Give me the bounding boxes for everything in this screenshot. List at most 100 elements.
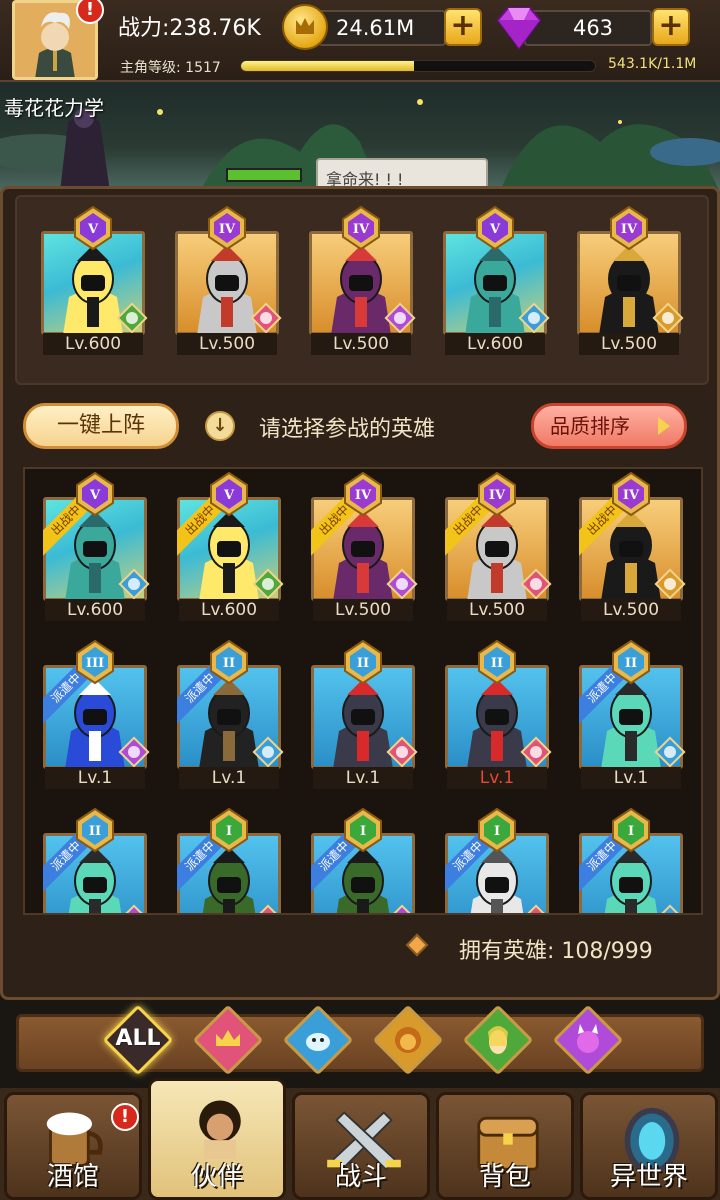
- roster-hero-card[interactable]: 出战中 IV Lv.500: [445, 471, 552, 621]
- battle-scene: 毒花花力学 拿命来! ! !: [0, 82, 720, 192]
- nav-tab-chest[interactable]: 背包: [436, 1092, 574, 1200]
- gem-icon: [494, 6, 544, 50]
- roster-hero-card[interactable]: 派遣中 II Lv.1: [579, 639, 686, 789]
- lineup-hero-card[interactable]: IV Lv.500: [577, 205, 684, 355]
- svg-text:V: V: [87, 222, 99, 237]
- roster-hero-card[interactable]: II Lv.1: [311, 639, 418, 789]
- rank-badge-icon: I: [475, 807, 519, 853]
- nav-tab-label: 伙伴: [190, 1162, 243, 1192]
- nav-tab-partner[interactable]: 伙伴: [148, 1078, 286, 1200]
- crown-faction-icon: [519, 903, 553, 913]
- demon-faction-icon: [385, 903, 419, 913]
- nav-tab-portal[interactable]: 异世界: [580, 1092, 718, 1200]
- partner-icon: [199, 1100, 241, 1159]
- lineup-slots: V Lv.600 IV Lv.500 IV Lv.500 V Lv.600 IV…: [15, 195, 709, 385]
- roster-hero-card[interactable]: 派遣中 I: [177, 807, 284, 913]
- crown-faction-icon: [216, 1030, 240, 1046]
- enemy-hp-bar: [226, 168, 302, 182]
- roster-hero-card[interactable]: 派遣中 II: [43, 807, 150, 913]
- nav-tab-label: 酒馆: [46, 1162, 99, 1192]
- player-name: 毒花花力学: [4, 96, 104, 120]
- filter-elf-button[interactable]: [460, 1002, 536, 1078]
- roster-hero-card[interactable]: 派遣中 I: [311, 807, 418, 913]
- svg-text:II: II: [625, 656, 637, 671]
- hero-level: Lv.600: [43, 333, 143, 355]
- roster-hero-card[interactable]: 派遣中 III Lv.1: [43, 639, 150, 789]
- svg-text:V: V: [223, 488, 235, 503]
- top-bar: ! 战力:238.76K 24.61M + 463 + 主角等级: 1517 5…: [0, 0, 720, 82]
- player-level: 主角等级: 1517: [120, 60, 221, 76]
- crown-faction-icon: [519, 567, 553, 601]
- svg-text:I: I: [494, 824, 500, 839]
- filter-lion-button[interactable]: [370, 1002, 446, 1078]
- filter-demon-button[interactable]: [550, 1002, 626, 1078]
- nav-tab-beer[interactable]: 酒馆 !: [4, 1092, 142, 1200]
- rank-badge-icon: V: [207, 471, 251, 517]
- rank-badge-icon: II: [609, 639, 653, 685]
- quick-deploy-button[interactable]: 一键上阵: [23, 403, 179, 449]
- lineup-hero-card[interactable]: V Lv.600: [443, 205, 550, 355]
- filter-all-button[interactable]: ALL: [100, 1002, 176, 1078]
- svg-text:II: II: [223, 656, 235, 671]
- bottom-nav: 酒馆 ! 伙伴 战斗 背包 异世界: [0, 1078, 720, 1200]
- elf-faction-icon: [251, 567, 285, 601]
- add-gems-button[interactable]: +: [652, 8, 690, 46]
- svg-text:II: II: [357, 656, 369, 671]
- hero-level: Lv.1: [179, 767, 279, 789]
- elf-faction-icon: [488, 1026, 508, 1054]
- nav-tab-swords[interactable]: 战斗: [292, 1092, 430, 1200]
- roster-hero-card[interactable]: 派遣中 II Lv.1: [177, 639, 284, 789]
- lineup-hero-card[interactable]: IV Lv.500: [309, 205, 416, 355]
- roster-hero-card[interactable]: 派遣中 I: [579, 807, 686, 913]
- roster-hero-card[interactable]: 出战中 IV Lv.500: [579, 471, 686, 621]
- lion-faction-icon: [395, 1027, 421, 1053]
- hero-level: Lv.500: [313, 599, 413, 621]
- rank-badge-icon: III: [73, 639, 117, 685]
- coin-icon: [282, 4, 328, 50]
- svg-text:V: V: [89, 488, 101, 503]
- svg-text:II: II: [89, 824, 101, 839]
- owned-heroes-count: 拥有英雄: 108/999: [459, 939, 653, 964]
- hero-level: Lv.500: [581, 599, 681, 621]
- rank-badge-icon: II: [341, 639, 385, 685]
- lineup-hero-card[interactable]: V Lv.600: [41, 205, 148, 355]
- lineup-hero-card[interactable]: IV Lv.500: [175, 205, 282, 355]
- crown-faction-icon: [385, 735, 419, 769]
- roster-hero-card[interactable]: 出战中 V Lv.600: [43, 471, 150, 621]
- roster-hero-card[interactable]: 派遣中 I: [445, 807, 552, 913]
- select-hero-tip: 请选择参战的英雄: [259, 417, 436, 442]
- svg-text:III: III: [86, 656, 104, 671]
- lion-faction-icon: [651, 301, 685, 335]
- hero-level: Lv.600: [45, 599, 145, 621]
- roster-hero-card[interactable]: II Lv.1: [445, 639, 552, 789]
- rank-badge-icon: V: [71, 205, 115, 251]
- hero-level: Lv.500: [447, 599, 547, 621]
- demon-faction-icon: [383, 301, 417, 335]
- rank-badge-icon: IV: [609, 471, 653, 517]
- rank-badge-icon: IV: [205, 205, 249, 251]
- hero-level: Lv.500: [579, 333, 679, 355]
- crown-faction-icon: [519, 735, 553, 769]
- filter-crown-button[interactable]: [190, 1002, 266, 1078]
- rank-badge-icon: V: [73, 471, 117, 517]
- info-icon: ↓: [205, 411, 235, 441]
- filter-fish-button[interactable]: [280, 1002, 356, 1078]
- rank-badge-icon: II: [475, 639, 519, 685]
- fish-faction-icon: [306, 1033, 330, 1051]
- hero-panel: V Lv.600 IV Lv.500 IV Lv.500 V Lv.600 IV…: [0, 186, 720, 1000]
- hero-roster-grid[interactable]: 出战中 V Lv.600 出战中 V Lv.600 出战中 IV Lv.500 …: [23, 467, 703, 915]
- fish-faction-icon: [653, 903, 687, 913]
- crown-faction-icon: [251, 903, 285, 913]
- svg-text:I: I: [628, 824, 634, 839]
- quality-sort-button[interactable]: 品质排序: [531, 403, 687, 449]
- hero-level: Lv.1: [45, 767, 145, 789]
- lion-faction-icon: [653, 567, 687, 601]
- exp-bar: [240, 60, 596, 72]
- roster-hero-card[interactable]: 出战中 IV Lv.500: [311, 471, 418, 621]
- avatar-alert-badge: !: [76, 0, 104, 24]
- nav-alert-badge: !: [111, 1103, 139, 1131]
- rank-badge-icon: IV: [475, 471, 519, 517]
- hero-level: Lv.1: [313, 767, 413, 789]
- add-coins-button[interactable]: +: [444, 8, 482, 46]
- roster-hero-card[interactable]: 出战中 V Lv.600: [177, 471, 284, 621]
